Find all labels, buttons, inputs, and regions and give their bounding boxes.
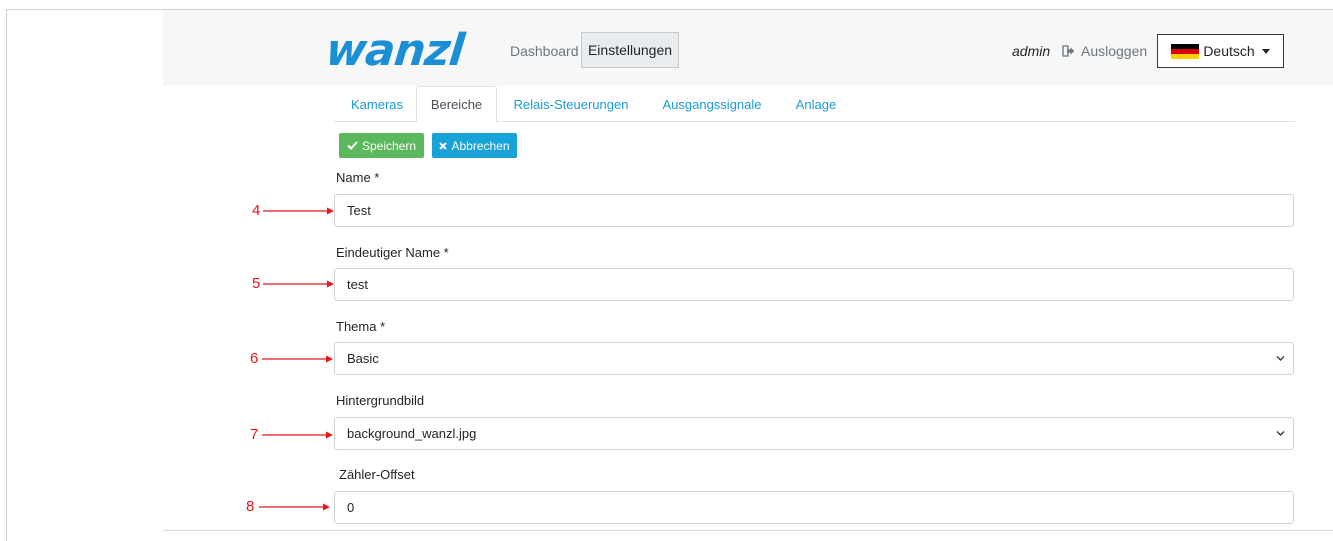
sign-out-icon: [1062, 45, 1075, 57]
tab-kameras[interactable]: Kameras: [340, 86, 414, 122]
background-value: background_wanzl.jpg: [347, 426, 477, 441]
wanzl-logo[interactable]: wanzl: [323, 25, 466, 76]
cancel-label: Abbrechen: [451, 138, 510, 153]
chevron-down-icon: [1276, 431, 1285, 436]
logout-label: Ausloggen: [1081, 43, 1148, 59]
tab-anlage[interactable]: Anlage: [784, 86, 848, 122]
name-input[interactable]: Test: [334, 194, 1294, 227]
annotation-arrow-icon: [262, 431, 333, 439]
unique-name-label: Eindeutiger Name *: [336, 245, 449, 260]
theme-label: Thema *: [336, 319, 386, 334]
counter-offset-value: 0: [347, 500, 355, 515]
annotation-arrow-icon: [263, 280, 334, 288]
logout-link[interactable]: Ausloggen: [1062, 43, 1147, 59]
cancel-button[interactable]: Abbrechen: [432, 133, 517, 158]
settings-tabs: Kameras Bereiche Relais-Steuerungen Ausg…: [334, 86, 1295, 123]
unique-name-input[interactable]: test: [334, 268, 1294, 301]
check-icon: [347, 141, 358, 150]
chevron-down-icon: [1276, 356, 1285, 361]
name-value: Test: [347, 203, 371, 218]
theme-value: Basic: [347, 351, 379, 366]
language-dropdown[interactable]: Deutsch: [1157, 34, 1284, 68]
annotation-arrow-icon: [262, 355, 333, 363]
annotation-arrow-icon: [259, 503, 330, 511]
name-label: Name *: [336, 170, 380, 185]
unique-name-value: test: [347, 277, 368, 292]
counter-offset-label: Zähler-Offset: [339, 467, 415, 482]
close-icon: [439, 141, 448, 150]
counter-offset-input[interactable]: 0: [334, 491, 1294, 524]
nav-settings-link[interactable]: Einstellungen: [581, 32, 679, 68]
save-label: Speichern: [361, 138, 417, 153]
save-button[interactable]: Speichern: [339, 133, 424, 158]
annotation-arrow-icon: [263, 207, 334, 215]
username: admin: [1012, 43, 1051, 59]
tab-bereiche[interactable]: Bereiche: [416, 86, 497, 123]
background-label: Hintergrundbild: [336, 393, 425, 408]
divider: [163, 530, 1333, 531]
language-label: Deutsch: [1203, 43, 1255, 59]
caret-down-icon: [1261, 49, 1270, 54]
nav-dashboard-link[interactable]: Dashboard: [510, 43, 579, 59]
tab-ausgangssignale[interactable]: Ausgangssignale: [652, 86, 772, 122]
theme-select[interactable]: Basic: [334, 342, 1294, 375]
german-flag-icon: [1171, 43, 1200, 59]
background-select[interactable]: background_wanzl.jpg: [334, 417, 1294, 450]
tab-relais-steuerungen[interactable]: Relais-Steuerungen: [502, 86, 640, 122]
